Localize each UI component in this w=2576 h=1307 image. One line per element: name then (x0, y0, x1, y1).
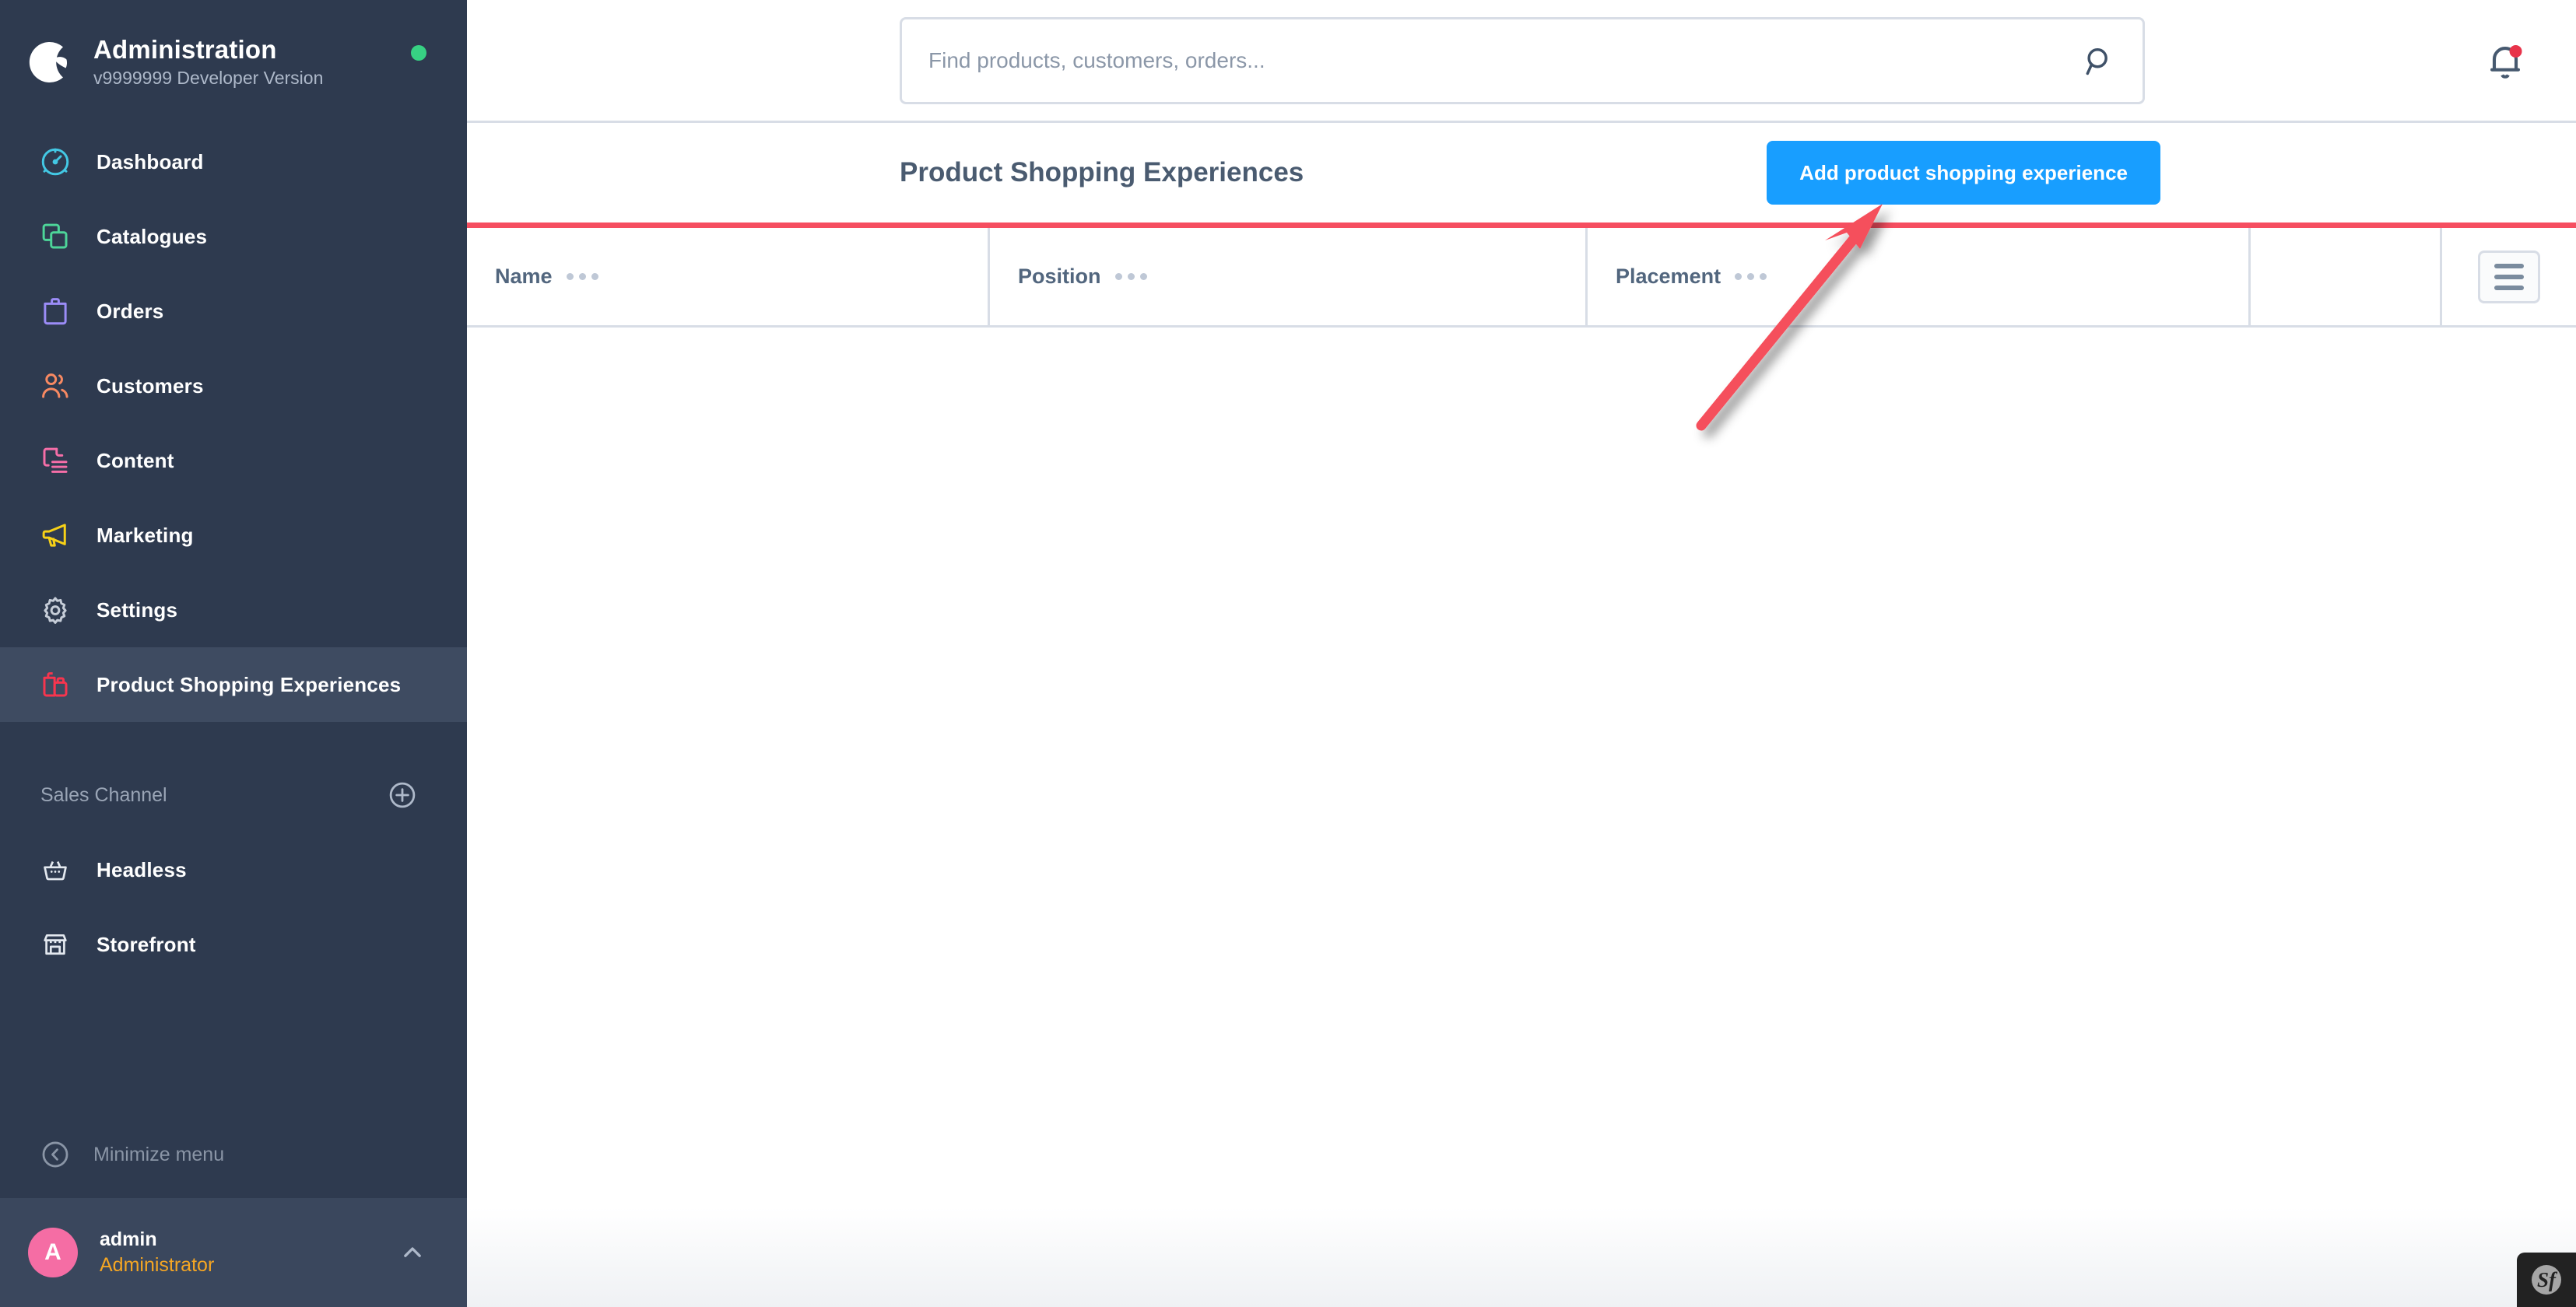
sidebar-item-storefront[interactable]: Storefront (0, 907, 467, 982)
sidebar-item-label: Customers (97, 373, 204, 398)
sidebar-item-product-shopping-experiences[interactable]: Product Shopping Experiences (0, 647, 467, 722)
column-header-placement[interactable]: Placement (1588, 228, 2251, 325)
user-profile-bar[interactable]: A admin Administrator (0, 1198, 467, 1307)
user-meta: admin Administrator (100, 1228, 397, 1278)
sidebar-item-dashboard[interactable]: Dashboard (0, 124, 467, 199)
app-version: v9999999 Developer Version (93, 67, 324, 88)
page-header: Product Shopping Experiences Add product… (467, 123, 2576, 223)
product-shopping-experiences-icon (37, 667, 73, 703)
sidebar-item-catalogues[interactable]: Catalogues (0, 199, 467, 274)
orders-bag-icon (37, 293, 73, 329)
plus-circle-icon[interactable] (386, 779, 419, 811)
sales-channel-list: Headless Storefront (0, 832, 467, 982)
chevron-left-circle-icon (39, 1138, 72, 1171)
chevron-up-icon[interactable] (397, 1237, 428, 1268)
symfony-profiler-badge[interactable]: Sf (2517, 1253, 2576, 1307)
app-title: Administration (93, 34, 277, 64)
online-status-dot (411, 45, 426, 61)
column-context-menu-icon[interactable] (1735, 273, 1767, 280)
sidebar-item-label: Headless (97, 857, 187, 881)
data-grid: Name Position Placement (467, 228, 2576, 1307)
column-header-blank (2251, 228, 2442, 325)
minimize-menu-label: Minimize menu (93, 1143, 225, 1165)
customers-people-icon (37, 368, 73, 404)
column-label: Placement (1616, 265, 1721, 288)
content-document-icon (37, 443, 73, 478)
accent-divider (467, 223, 2576, 228)
avatar: A (28, 1228, 78, 1277)
main-content: Product Shopping Experiences Add product… (467, 0, 2576, 1307)
sidebar-item-content[interactable]: Content (0, 423, 467, 498)
notifications-button[interactable] (2483, 39, 2528, 84)
sales-channel-title: Sales Channel (40, 783, 167, 806)
brand-header[interactable]: Administration v9999999 Developer Versio… (0, 0, 467, 124)
sidebar-item-headless[interactable]: Headless (0, 832, 467, 907)
marketing-megaphone-icon (37, 517, 73, 553)
sidebar-item-label: Dashboard (97, 149, 204, 173)
column-header-position[interactable]: Position (990, 228, 1588, 325)
main-navigation: Dashboard Catalogues Orders Customers Co… (0, 124, 467, 722)
sidebar-item-label: Product Shopping Experiences (97, 672, 402, 696)
add-product-shopping-experience-button[interactable]: Add product shopping experience (1767, 141, 2160, 205)
notification-badge (2509, 44, 2522, 58)
sidebar-item-label: Orders (97, 299, 164, 323)
sidebar-item-label: Storefront (97, 932, 196, 956)
sidebar-item-orders[interactable]: Orders (0, 274, 467, 349)
sidebar-item-label: Settings (97, 597, 178, 622)
column-label: Position (1018, 265, 1101, 288)
column-header-actions (2442, 228, 2576, 325)
user-role: Administrator (100, 1254, 215, 1276)
sidebar-item-customers[interactable]: Customers (0, 349, 467, 423)
list-settings-icon[interactable] (2478, 250, 2540, 303)
search-input[interactable] (928, 48, 2082, 73)
minimize-menu-button[interactable]: Minimize menu (0, 1117, 467, 1192)
content-bottom-fade (467, 1207, 2576, 1307)
sidebar-item-label: Content (97, 448, 174, 472)
settings-gear-icon (37, 592, 73, 628)
sidebar-item-marketing[interactable]: Marketing (0, 498, 467, 573)
brand-text: Administration v9999999 Developer Versio… (93, 35, 323, 90)
shopware-logo-icon (28, 38, 76, 86)
profiler-label: Sf (2537, 1268, 2558, 1291)
user-name: admin (100, 1228, 157, 1250)
search-box[interactable] (900, 17, 2145, 104)
top-bar (467, 0, 2576, 123)
page-title: Product Shopping Experiences (900, 157, 1304, 187)
column-header-name[interactable]: Name (467, 228, 990, 325)
data-grid-body (467, 328, 2576, 1307)
storefront-shop-icon (37, 927, 73, 962)
catalogues-copy-icon (37, 219, 73, 254)
column-context-menu-icon[interactable] (1114, 273, 1147, 280)
sales-channel-section-header: Sales Channel (0, 758, 467, 832)
dashboard-gauge-icon (37, 144, 73, 180)
search-icon[interactable] (2082, 44, 2116, 78)
sidebar: Administration v9999999 Developer Versio… (0, 0, 467, 1307)
column-label: Name (495, 265, 553, 288)
global-search (900, 17, 2145, 104)
sidebar-item-label: Marketing (97, 523, 194, 547)
shopware-admin-app: Administration v9999999 Developer Versio… (0, 0, 2576, 1307)
headless-basket-icon (37, 852, 73, 888)
sidebar-item-settings[interactable]: Settings (0, 573, 467, 647)
data-grid-header: Name Position Placement (467, 228, 2576, 328)
column-context-menu-icon[interactable] (566, 273, 598, 280)
sidebar-item-label: Catalogues (97, 224, 208, 248)
